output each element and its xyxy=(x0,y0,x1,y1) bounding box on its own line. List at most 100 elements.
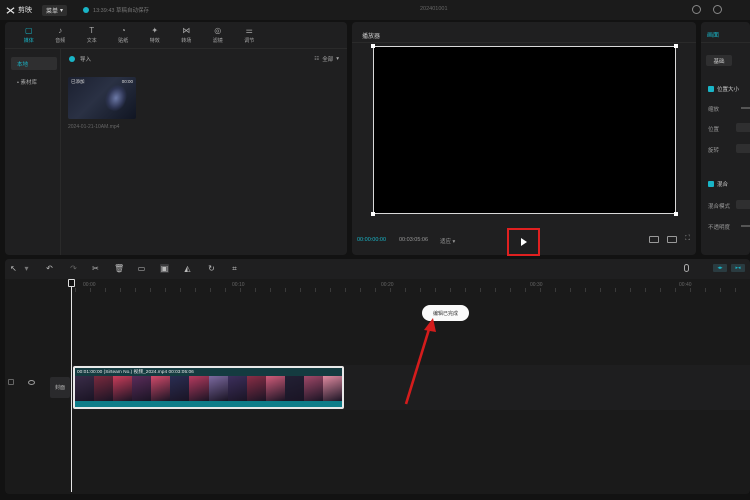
lock-icon[interactable] xyxy=(8,379,14,385)
ruler-tick xyxy=(120,288,121,292)
preview-canvas[interactable] xyxy=(371,44,678,216)
audio-icon: ♪ xyxy=(58,25,63,35)
tab-media[interactable]: ▢ 媒体 xyxy=(13,24,45,46)
app-name: 剪映 xyxy=(18,7,32,14)
ruler-tick xyxy=(150,288,151,292)
scale-slider[interactable] xyxy=(741,107,750,109)
media-tabs: ▢ 媒体 ♪ 音频 T 文本 ◔ 贴纸 ✦ 特效 ⋈ 转场 ◎ 滤镜 ⚌ 调节 xyxy=(13,24,265,46)
cover-button[interactable]: 封面 xyxy=(50,377,70,398)
clip-label: 00:01:00:00 (Sirteam No.) 视频_2024.mp4 00… xyxy=(77,370,194,375)
logo-icon xyxy=(6,6,15,14)
ratio-icon[interactable] xyxy=(649,235,660,243)
crop-icon[interactable]: ▣ xyxy=(160,264,169,273)
split-icon[interactable]: ✂ xyxy=(91,264,100,273)
playhead-handle[interactable] xyxy=(68,279,75,287)
ruler-tick xyxy=(480,288,481,292)
tab-effects[interactable]: ✦ 特效 xyxy=(139,24,171,46)
ruler-label: 00:20 xyxy=(381,282,394,288)
tab-picture[interactable]: 画面 xyxy=(707,30,719,39)
top-bar: 剪映 菜单 ▾ 13:39:43 草稿自动保存 202401001 xyxy=(0,0,750,20)
ruler-tick xyxy=(195,288,196,292)
ruler-tick xyxy=(450,288,451,292)
ruler-tick xyxy=(510,288,511,292)
ruler-tick xyxy=(225,288,226,292)
resize-handle[interactable] xyxy=(674,44,678,48)
delete-icon[interactable]: 🗑 xyxy=(114,264,124,273)
resize-handle[interactable] xyxy=(371,212,375,216)
ratio-dropdown[interactable]: 适应 ▾ xyxy=(440,237,455,245)
menu-button[interactable]: 菜单 ▾ xyxy=(42,4,68,16)
snap-toggle[interactable]: ◂▸ xyxy=(713,264,727,272)
opacity-slider[interactable] xyxy=(741,225,750,227)
text-icon: T xyxy=(89,25,95,35)
media-icon: ▢ xyxy=(24,25,33,35)
tab-adjust[interactable]: ⚌ 调节 xyxy=(234,24,266,46)
ruler-tick xyxy=(375,288,376,292)
divider xyxy=(701,42,750,43)
time-ruler[interactable]: 00:00 00:10 00:20 00:30 00:40 xyxy=(75,280,750,292)
clip-frame xyxy=(265,376,285,401)
link-toggle[interactable]: ▸◂ xyxy=(731,264,745,272)
ruler-tick xyxy=(645,288,646,292)
settings-icon[interactable] xyxy=(713,5,722,14)
microphone-icon[interactable] xyxy=(684,264,689,272)
redo-icon[interactable]: ↷ xyxy=(69,264,78,273)
blend-mode-select[interactable] xyxy=(736,200,750,209)
ruler-tick xyxy=(330,288,331,292)
original-icon[interactable] xyxy=(667,235,678,243)
eye-icon[interactable] xyxy=(28,379,35,385)
duration-badge: 00:00 xyxy=(121,79,133,84)
resize-handle[interactable] xyxy=(371,44,375,48)
tab-audio[interactable]: ♪ 音频 xyxy=(45,24,77,46)
crop-ratio-icon[interactable]: ⌗ xyxy=(230,264,239,273)
tab-label: 贴纸 xyxy=(118,37,129,44)
ruler-tick xyxy=(615,288,616,292)
ruler-tick xyxy=(210,288,211,292)
tab-sticker[interactable]: ◔ 贴纸 xyxy=(108,24,140,46)
select-tool-icon[interactable]: ↖ xyxy=(9,264,18,273)
media-filename: 2024-01-21-10AM.mp4 xyxy=(68,124,120,130)
cloud-icon xyxy=(83,7,90,13)
chevron-down-icon[interactable]: ▾ xyxy=(22,264,31,273)
tab-text[interactable]: T 文本 xyxy=(76,24,108,46)
resize-handle[interactable] xyxy=(674,212,678,216)
mirror-icon[interactable]: ◭ xyxy=(183,264,192,273)
play-button[interactable] xyxy=(507,228,540,256)
fullscreen-icon[interactable]: ⛶ xyxy=(685,235,690,243)
tab-transition[interactable]: ⋈ 转场 xyxy=(171,24,203,46)
clip-frame xyxy=(323,376,342,401)
annotation-arrow-icon xyxy=(404,318,436,405)
ruler-tick xyxy=(165,288,166,292)
scale-label: 缩放 xyxy=(708,107,720,113)
media-thumbnail[interactable]: 已添加 00:00 xyxy=(68,77,136,119)
ruler-tick xyxy=(105,288,106,292)
chevron-down-icon: ▾ xyxy=(336,56,339,62)
tab-label: 滤镜 xyxy=(212,37,223,44)
freeze-icon[interactable]: ▭ xyxy=(137,264,146,273)
shortcut-icon[interactable] xyxy=(692,5,701,14)
clip-frame xyxy=(132,376,152,401)
position-size-toggle[interactable]: 位置大小 xyxy=(708,85,750,93)
filter-dropdown[interactable]: ☷ 全部 ▾ xyxy=(314,55,339,63)
position-field[interactable] xyxy=(736,123,750,132)
position-label: 位置 xyxy=(708,127,720,133)
sidebar-item-library[interactable]: • 素材库 xyxy=(11,75,57,88)
basic-button[interactable]: 基础 xyxy=(706,55,732,66)
blend-toggle[interactable]: 混合 xyxy=(708,180,750,188)
ruler-tick xyxy=(420,288,421,292)
video-clip[interactable]: 00:01:00:00 (Sirteam No.) 视频_2024.mp4 00… xyxy=(73,366,344,409)
clip-frame xyxy=(189,376,209,401)
ruler-tick xyxy=(585,288,586,292)
added-badge: 已添加 xyxy=(71,79,85,84)
import-button[interactable]: 导入 xyxy=(69,55,91,63)
sort-icon: ☷ xyxy=(314,56,320,62)
checkbox-icon xyxy=(708,181,714,187)
sidebar-item-local[interactable]: 本地 xyxy=(11,57,57,70)
ruler-tick xyxy=(285,288,286,292)
tab-filter[interactable]: ◎ 滤镜 xyxy=(202,24,234,46)
rotation-field[interactable] xyxy=(736,144,750,153)
clip-frame xyxy=(113,376,133,401)
undo-icon[interactable]: ↶ xyxy=(45,264,54,273)
adjust-icon: ⚌ xyxy=(245,25,253,35)
rotate-icon[interactable]: ↻ xyxy=(207,264,216,273)
